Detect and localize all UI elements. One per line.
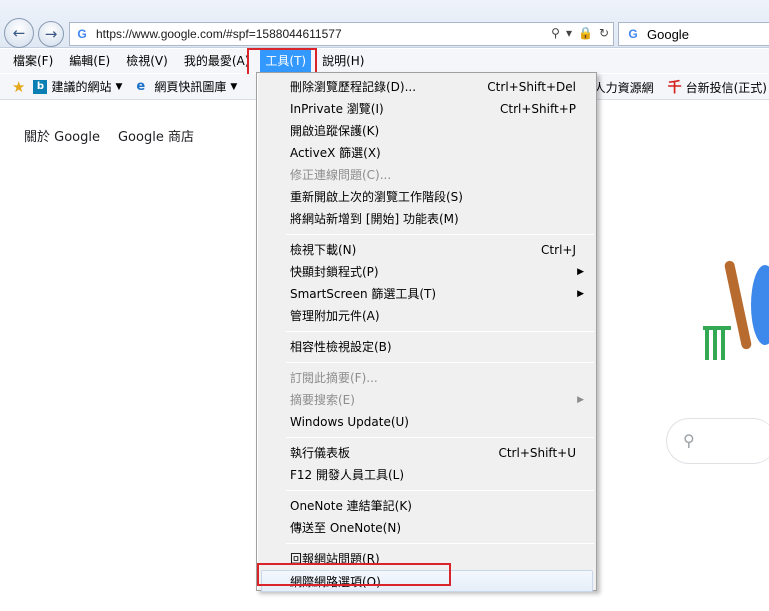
tools-menu-item[interactable]: ActiveX 篩選(X): [258, 142, 596, 164]
tools-menu-item-label: Windows Update(U): [290, 415, 409, 429]
tools-menu-item-label: 檢視下載(N): [290, 243, 357, 257]
tools-menu-item-label: 執行儀表板: [290, 446, 351, 460]
menu-item-2[interactable]: 檢視(V): [121, 50, 173, 72]
submenu-arrow-icon: ▶: [577, 289, 584, 299]
tools-menu-item-label: 將網站新增到 [開始] 功能表(M): [290, 212, 459, 226]
google-favicon-icon: G: [77, 27, 87, 41]
menu-separator: [286, 234, 594, 235]
fav-item-label: 網頁快訊圖庫: [154, 80, 227, 94]
tools-menu-item[interactable]: 傳送至 OneNote(N): [258, 517, 596, 539]
tools-menu-item-label: 傳送至 OneNote(N): [290, 521, 401, 535]
favorites-star-icon[interactable]: ★: [12, 78, 25, 96]
address-bar-row: ← → G https://www.google.com/#spf=158804…: [0, 0, 769, 48]
tools-menu-item: 訂閱此摘要(F)...: [258, 367, 596, 389]
tools-menu-item-label: 訂閱此摘要(F)...: [290, 371, 378, 385]
menu-separator: [286, 543, 594, 544]
tools-menu-item-label: 摘要搜索(E): [290, 393, 355, 407]
refresh-icon[interactable]: ↻: [599, 26, 609, 40]
tools-menu-item[interactable]: InPrivate 瀏覽(I) Ctrl+Shift+P: [258, 98, 596, 120]
tools-menu-item-label: 刪除瀏覽歷程記錄(D)...: [290, 80, 417, 94]
google-top-links: 關於 Google Google 商店: [24, 126, 194, 145]
tools-menu-item[interactable]: SmartScreen 篩選工具(T) ▶: [258, 283, 596, 305]
chevron-down-icon: ▼: [230, 81, 238, 92]
tools-menu-item: 摘要搜索(E) ▶: [258, 389, 596, 411]
ie-icon: e: [136, 78, 146, 94]
tools-menu-item-label: InPrivate 瀏覽(I): [290, 102, 384, 116]
chevron-down-icon: ▼: [115, 81, 123, 92]
back-button[interactable]: ←: [4, 18, 34, 48]
google-store-link[interactable]: Google 商店: [118, 126, 194, 145]
fav-item-hr-site[interactable]: 人力資源網: [594, 79, 654, 96]
taishin-logo-icon: 千: [667, 80, 682, 96]
fav-item-web-slice-gallery[interactable]: e 網頁快訊圖庫 ▼: [136, 78, 237, 95]
google-doodle-image[interactable]: [695, 250, 769, 366]
tools-menu-item[interactable]: 相容性檢視設定(B): [258, 336, 596, 358]
menu-separator: [286, 331, 594, 332]
tools-menu-item[interactable]: 管理附加元件(A): [258, 305, 596, 327]
tools-menu-item-label: ActiveX 篩選(X): [290, 146, 381, 160]
google-search-box[interactable]: ⚲: [666, 418, 769, 464]
tools-menu-item[interactable]: 開啟追蹤保護(K): [258, 120, 596, 142]
url-input[interactable]: G https://www.google.com/#spf=1588044611…: [69, 22, 614, 46]
tools-menu-item-label: 相容性檢視設定(B): [290, 340, 392, 354]
menu-separator: [286, 362, 594, 363]
shortcut-label: Ctrl+Shift+P: [500, 102, 576, 116]
internet-options-highlight-box: [257, 563, 451, 586]
tools-menu-item-label: 快顯封鎖程式(P): [290, 265, 379, 279]
menu-item-3[interactable]: 我的最愛(A): [179, 50, 255, 72]
forward-arrow-icon: →: [44, 25, 58, 43]
menu-item-0[interactable]: 檔案(F): [8, 50, 58, 72]
tools-menu-item[interactable]: 重新開啟上次的瀏覽工作階段(S): [258, 186, 596, 208]
fav-item-taishin[interactable]: 千 台新投信(正式): [668, 77, 767, 97]
search-icon[interactable]: ⚲: [551, 26, 560, 40]
submenu-arrow-icon: ▶: [577, 395, 584, 405]
menu-item-1[interactable]: 編輯(E): [64, 50, 115, 72]
tools-menu-item-label: 開啟追蹤保護(K): [290, 124, 380, 138]
tools-menu-item[interactable]: OneNote 連結筆記(K): [258, 495, 596, 517]
dropdown-icon[interactable]: ▾: [566, 26, 572, 40]
menu-separator: [286, 437, 594, 438]
fav-item-label: 建議的網站: [51, 80, 112, 94]
back-arrow-icon: ←: [12, 24, 26, 42]
about-google-link[interactable]: 關於 Google: [24, 126, 100, 145]
tools-menu-item-label: SmartScreen 篩選工具(T): [290, 287, 437, 301]
tools-dropdown-menu: 刪除瀏覽歷程記錄(D)... Ctrl+Shift+Del InPrivate 瀏覽…: [256, 72, 597, 592]
tools-menu-item[interactable]: F12 開發人員工具(L): [258, 464, 596, 486]
tools-menu-item[interactable]: 執行儀表板 Ctrl+Shift+U: [258, 442, 596, 464]
submenu-arrow-icon: ▶: [577, 267, 584, 277]
forward-button[interactable]: →: [38, 21, 64, 47]
tools-menu-item[interactable]: 將網站新增到 [開始] 功能表(M): [258, 208, 596, 230]
menu-separator: [286, 490, 594, 491]
tools-menu-item-label: 重新開啟上次的瀏覽工作階段(S): [290, 190, 463, 204]
tools-menu-item[interactable]: Windows Update(U): [258, 411, 596, 433]
tools-menu-item: 修正連線問題(C)...: [258, 164, 596, 186]
bing-icon: b: [33, 79, 48, 94]
fav-item-suggested-sites[interactable]: b 建議的網站 ▼: [33, 78, 122, 95]
tools-menu-item[interactable]: 檢視下載(N) Ctrl+J: [258, 239, 596, 261]
menu-item-5[interactable]: 說明(H): [317, 50, 369, 72]
tools-menu-item-label: OneNote 連結筆記(K): [290, 499, 412, 513]
search-icon: ⚲: [683, 431, 695, 450]
tools-menu-item[interactable]: 快顯封鎖程式(P) ▶: [258, 261, 596, 283]
tools-menu-item-label: 修正連線問題(C)...: [290, 168, 392, 182]
tools-menu-item-label: 管理附加元件(A): [290, 309, 380, 323]
shortcut-label: Ctrl+J: [541, 243, 576, 257]
browser-tab[interactable]: G Google: [618, 22, 769, 46]
google-favicon-icon: G: [628, 27, 638, 41]
shortcut-label: Ctrl+Shift+U: [498, 446, 576, 460]
shortcut-label: Ctrl+Shift+Del: [487, 80, 576, 94]
tools-menu-item-label: F12 開發人員工具(L): [290, 468, 405, 482]
tab-title: Google: [647, 26, 689, 42]
menu-bar: 檔案(F) 編輯(E) 檢視(V) 我的最愛(A) 工具(T) 說明(H): [0, 49, 769, 73]
url-text: https://www.google.com/#spf=158804461157…: [96, 27, 342, 41]
fav-item-label: 台新投信(正式): [685, 80, 767, 95]
lock-icon[interactable]: 🔒: [578, 26, 593, 40]
tools-menu-item[interactable]: 刪除瀏覽歷程記錄(D)... Ctrl+Shift+Del: [258, 76, 596, 98]
